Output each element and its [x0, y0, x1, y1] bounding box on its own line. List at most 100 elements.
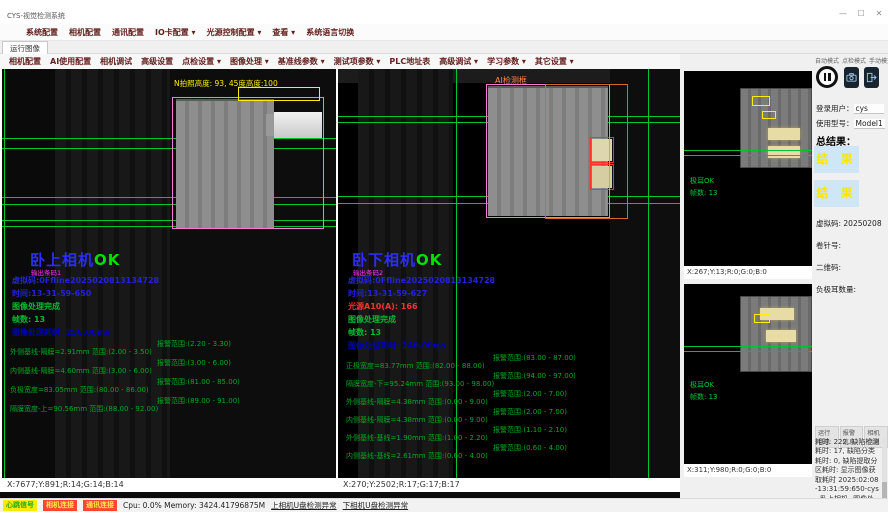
- measurement-value: 外侧基线-基线=1.90mm 范围:(1.00 - 2.20): [346, 434, 488, 442]
- menu-item[interactable]: 相机配置: [69, 27, 101, 38]
- logout-button[interactable]: [864, 67, 879, 88]
- time-line: 时间:13-31-59-627: [348, 288, 427, 299]
- measurement-row: 外侧基线-基线=1.90mm 范围:(1.00 - 2.20) 报警范围:(1.…: [346, 425, 678, 443]
- aux-overlay-line: 极耳OK: [690, 380, 718, 392]
- status-bar: 心跳信号 相机连接 通讯连接 Cpu: 0.0% Memory: 3424.41…: [0, 498, 888, 512]
- alarm-range: 报警范围:(3.00 - 6.00): [157, 358, 231, 368]
- measurement-value: 隔膜宽度-上=90.56mm 范围:(88.00 - 92.00): [10, 405, 158, 413]
- roi-rect-yellow: [754, 314, 770, 323]
- title-bar: CYS-视觉检测系统 — ☐ ✕: [0, 0, 888, 24]
- coordinate-bar-aux2: X:311;Y:980;R:0;G:0;B:0: [684, 464, 812, 477]
- roi-rect-yellow: [762, 111, 776, 119]
- measurement-list: 外侧基线-隔膜=2.91mm 范围:(2.00 - 3.50) 报警范围:(2.…: [10, 339, 334, 415]
- measurement-row: 内侧基线-隔膜=4.38mm 范围:(0.00 - 9.00) 报警范围:(2.…: [346, 407, 678, 425]
- toolbar-item[interactable]: 图像处理 ▾: [230, 56, 269, 67]
- alarm-range: 报警范围:(83.00 - 87.00): [493, 353, 576, 363]
- elapsed-line: 图像处理耗时: 140.00ms: [348, 340, 446, 351]
- measurement-row: 隔膜宽度-上=90.56mm 范围:(88.00 - 92.00) 报警范围:(…: [10, 396, 334, 415]
- machine-texture: [55, 69, 170, 478]
- status-ok: OK: [416, 251, 442, 269]
- baseline-line: [684, 155, 812, 156]
- measurement-row: 隔膜宽度-下=95.24mm 范围:(93.00 - 98.00) 报警范围:(…: [346, 371, 678, 389]
- toolbar-item[interactable]: 测试项参数 ▾: [334, 56, 381, 67]
- alarm-range: 报警范围:(94.00 - 97.00): [493, 371, 576, 381]
- roi-rect-yellow: [238, 87, 320, 101]
- mode-tab[interactable]: 自动模式: [815, 56, 839, 65]
- mode-tab[interactable]: 手动模式: [869, 56, 888, 65]
- baseline-line: [684, 351, 812, 352]
- login-user-label: 登录用户：: [816, 104, 854, 113]
- window-title: CYS-视觉检测系统: [7, 11, 65, 21]
- needle-number-row: 卷针号:: [816, 240, 841, 251]
- upper-camera-status-link[interactable]: 上相机U盘检测异常: [271, 500, 337, 511]
- login-user-row: 登录用户：cys: [816, 103, 884, 114]
- pause-icon: [824, 73, 831, 81]
- measurement-value: 外侧基线-隔膜=4.38mm 范围:(0.00 - 9.00): [346, 398, 488, 406]
- toolbar-item[interactable]: AI使用配置: [50, 56, 91, 67]
- toolbar-item[interactable]: 学习参数 ▾: [487, 56, 526, 67]
- aux-camera-view-2[interactable]: 极耳OK帧数: 13: [684, 284, 812, 464]
- result-box: 结 果: [814, 180, 859, 207]
- logout-icon: [866, 72, 877, 83]
- alarm-range: 报警范围:(89.00 - 91.00): [157, 396, 240, 406]
- camera-view-bottom[interactable]: AI检测框 卧下相机OK 输出条码2 虚拟码:0Ffline2025020813…: [338, 69, 680, 478]
- measurement-value: 隔膜宽度-下=95.24mm 范围:(93.00 - 98.00): [346, 380, 494, 388]
- roi-rect-magenta: [172, 97, 324, 229]
- camera-capture-button[interactable]: [844, 67, 859, 88]
- light-source-line: 光源A10(A): 166: [348, 301, 418, 312]
- toolbar-item[interactable]: 其它设置 ▾: [535, 56, 574, 67]
- mode-tabs: 自动模式点检模式手动模式: [815, 56, 888, 65]
- pause-button[interactable]: [816, 66, 838, 88]
- measurement-value: 负极宽度=83.05mm 范围:(80.00 - 86.00): [10, 386, 149, 394]
- toolbar-item[interactable]: PLC地址表: [389, 56, 430, 67]
- toolbar-item[interactable]: 相机调试: [100, 56, 132, 67]
- virtual-code-line: 虚拟码:0Ffline2025020813134728: [348, 275, 495, 286]
- toolbar-item[interactable]: 点检设置 ▾: [182, 56, 221, 67]
- model-label: 使用型号：: [816, 119, 854, 128]
- measurement-list: 正极宽度=83.77mm 范围:(82.00 - 88.00) 报警范围:(83…: [346, 353, 678, 461]
- log-text: 耗时: 222, 缺陷检测耗时: 17, 缺陷分类耗时: 0, 缺陷提取分区耗时…: [815, 438, 881, 506]
- aux-overlay-text: 极耳OK帧数: 13: [690, 176, 718, 200]
- tab-run-image[interactable]: 运行图像: [2, 41, 48, 54]
- measurement-value: 外侧基线-隔膜=2.91mm 范围:(2.00 - 3.50): [10, 348, 152, 356]
- measurement-row: 内侧基线-隔膜=4.60mm 范围:(3.00 - 6.00) 报警范围:(3.…: [10, 358, 334, 377]
- cpu-memory-text: Cpu: 0.0% Memory: 3424.41796875M: [123, 501, 265, 510]
- tab-strip: 运行图像: [0, 41, 888, 54]
- coordinate-bar-aux1: X:267;Y:13;R:0;G:0;B:0: [684, 266, 812, 279]
- control-panel: 自动模式点检模式手动模式 登录用户：cys 使用型号：Model1 总结果：: [814, 54, 888, 498]
- menu-item[interactable]: 系统语言切换: [306, 27, 354, 38]
- minimize-button[interactable]: —: [838, 9, 848, 18]
- aux-overlay-line: 极耳OK: [690, 176, 718, 188]
- measurement-value: 内侧基线-隔膜=4.60mm 范围:(3.00 - 6.00): [10, 367, 152, 375]
- menu-item[interactable]: 系统配置: [26, 27, 58, 38]
- toolbar: 相机配置 AI使用配置相机调试高级设置点检设置 ▾ 图像处理 ▾ 基准线参数 ▾ 测试项…: [0, 54, 680, 69]
- menu-item[interactable]: IO卡配置 ▾: [155, 27, 196, 38]
- model-value: Model1: [854, 119, 885, 129]
- menu-item[interactable]: 通讯配置: [112, 27, 144, 38]
- baseline-line: [684, 346, 812, 347]
- coordinate-bar-bottom: X:270;Y:2502;R:17;G:17;B:17: [338, 478, 680, 492]
- log-scrollbar[interactable]: [882, 438, 887, 506]
- toolbar-item[interactable]: 相机配置: [9, 56, 41, 67]
- aux-overlay-line: 帧数: 13: [690, 392, 718, 404]
- anode-tab-count-row: 负极耳数量:: [816, 284, 856, 295]
- mode-tab[interactable]: 点检模式: [842, 56, 866, 65]
- maximize-button[interactable]: ☐: [856, 9, 866, 18]
- frame-count-line: 帧数: 13: [348, 327, 381, 338]
- lower-camera-status-link[interactable]: 下相机U盘检测异常: [343, 500, 409, 511]
- menu-item[interactable]: 查看 ▾: [272, 27, 295, 38]
- measurement-value: 内侧基线-隔膜=4.38mm 范围:(0.00 - 9.00): [346, 416, 488, 424]
- aux-camera-view-1[interactable]: 极耳OK帧数: 13: [684, 71, 812, 266]
- toolbar-item[interactable]: 基准线参数 ▾: [278, 56, 325, 67]
- measurement-row: 正极宽度=83.77mm 范围:(82.00 - 88.00) 报警范围:(83…: [346, 353, 678, 371]
- close-button[interactable]: ✕: [874, 9, 884, 18]
- model-row: 使用型号：Model1: [816, 118, 885, 129]
- result-boxes: 结 果结 果: [814, 146, 859, 214]
- toolbar-item[interactable]: 高级调试 ▾: [439, 56, 478, 67]
- login-user-value: cys: [854, 104, 884, 114]
- alarm-range: 报警范围:(81.00 - 85.00): [157, 377, 240, 387]
- alarm-range: 报警范围:(0.60 - 4.00): [493, 443, 567, 453]
- menu-item[interactable]: 光源控制配置 ▾: [207, 27, 262, 38]
- toolbar-item[interactable]: 高级设置: [141, 56, 173, 67]
- camera-view-top[interactable]: N拍照高度: 93, 45度高度:100 卧上相机OK 输出条码1 虚拟码:0F…: [2, 69, 336, 478]
